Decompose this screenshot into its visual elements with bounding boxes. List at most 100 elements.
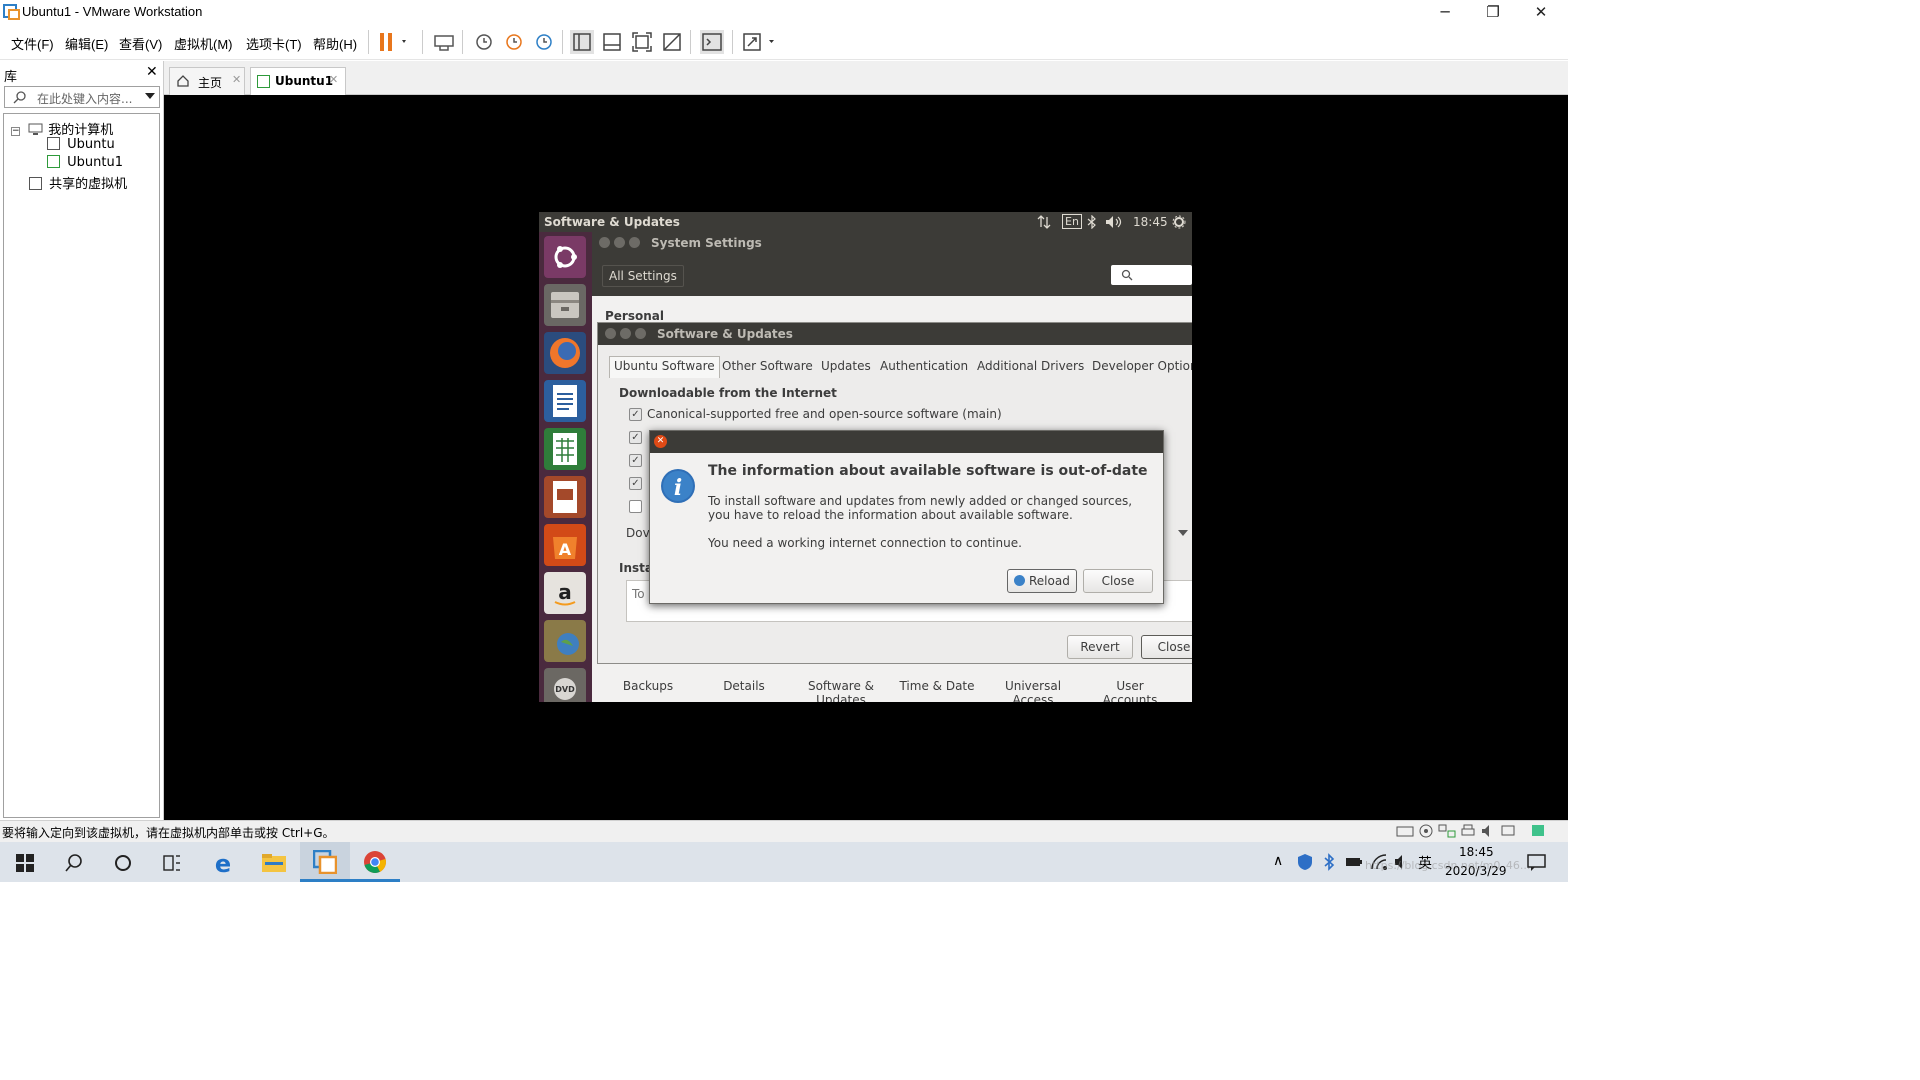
settings-item-backups[interactable]: Backups: [603, 679, 693, 693]
collapse-icon[interactable]: −: [11, 127, 20, 136]
revert-snapshot-icon[interactable]: [502, 30, 526, 54]
snapshot-manager-icon[interactable]: [532, 30, 556, 54]
tree-item-ubuntu[interactable]: Ubuntu: [47, 137, 115, 152]
tab-ubuntu1[interactable]: Ubuntu1 ✕: [250, 67, 346, 95]
menu-edit[interactable]: 编辑(E): [65, 34, 108, 53]
security-shield-icon[interactable]: [1297, 853, 1313, 871]
action-center-icon[interactable]: [1527, 854, 1547, 872]
tree-item-my-computer[interactable]: − 我的计算机: [11, 119, 113, 138]
display-icon[interactable]: [1500, 824, 1516, 838]
tab-close-icon[interactable]: ✕: [232, 73, 241, 86]
maximize-icon[interactable]: [629, 237, 640, 248]
settings-item-universal-access[interactable]: Universal Access: [988, 679, 1078, 702]
settings-item-time-date[interactable]: Time & Date: [892, 679, 982, 693]
full-screen-icon[interactable]: [630, 30, 654, 54]
all-settings-button[interactable]: All Settings: [602, 265, 684, 287]
library-close-button[interactable]: ✕: [146, 64, 158, 80]
tab-ubuntu-software[interactable]: Ubuntu Software: [609, 356, 720, 378]
show-hidden-icons-chevron-icon[interactable]: ∧: [1273, 853, 1283, 869]
close-icon[interactable]: [605, 328, 616, 339]
minimize-icon[interactable]: [620, 328, 631, 339]
restore-button[interactable]: ❐: [1470, 0, 1516, 24]
libreoffice-writer-icon[interactable]: [544, 380, 586, 422]
tab-additional-drivers[interactable]: Additional Drivers: [977, 359, 1084, 381]
close-icon[interactable]: [599, 237, 610, 248]
tab-close-icon[interactable]: ✕: [329, 73, 338, 86]
revert-button[interactable]: Revert: [1067, 635, 1133, 659]
stretch-guest-icon[interactable]: [742, 30, 774, 54]
firefox-icon[interactable]: [544, 332, 586, 374]
bluetooth-icon[interactable]: [1322, 853, 1336, 871]
tab-home[interactable]: 主页 ✕: [169, 67, 245, 95]
file-explorer-icon[interactable]: [261, 852, 287, 874]
tree-item-ubuntu1[interactable]: Ubuntu1: [47, 155, 123, 170]
message-log-icon[interactable]: [1530, 824, 1546, 838]
clock[interactable]: 18:45: [1133, 215, 1168, 229]
cortana-icon[interactable]: [113, 853, 133, 873]
minimize-button[interactable]: ─: [1422, 0, 1468, 24]
tab-other-software[interactable]: Other Software: [722, 359, 813, 381]
pause-icon[interactable]: [378, 30, 406, 54]
cd-dvd-icon[interactable]: [1418, 824, 1434, 838]
printer-icon[interactable]: [1460, 824, 1476, 838]
amazon-icon[interactable]: a: [544, 572, 586, 614]
settings-item-user-accounts[interactable]: User Accounts: [1085, 679, 1175, 702]
multiverse-checkbox[interactable]: ✓: [629, 477, 642, 490]
menu-vm[interactable]: 虚拟机(M): [174, 34, 233, 53]
menu-help[interactable]: 帮助(H): [313, 34, 357, 53]
console-view-icon[interactable]: [700, 30, 724, 54]
snapshot-icon[interactable]: [472, 30, 496, 54]
send-ctrl-alt-del-icon[interactable]: [432, 30, 456, 54]
hard-disk-icon[interactable]: [1396, 824, 1414, 838]
gear-icon[interactable]: [1172, 215, 1186, 229]
tab-updates[interactable]: Updates: [821, 359, 871, 381]
reload-button[interactable]: Reload: [1007, 569, 1077, 593]
tab-developer-options[interactable]: Developer Option: [1092, 359, 1192, 381]
tree-item-shared-vms[interactable]: 共享的虚拟机: [29, 173, 127, 192]
bluetooth-icon[interactable]: [1087, 215, 1097, 229]
settings-item-details[interactable]: Details: [699, 679, 789, 693]
dropdown-arrow-icon[interactable]: [145, 93, 155, 101]
libreoffice-calc-icon[interactable]: [544, 428, 586, 470]
vmware-taskbar-button[interactable]: [300, 842, 350, 882]
dialog-close-button[interactable]: Close: [1083, 569, 1153, 593]
settings-item-software-updates[interactable]: Software & Updates: [796, 679, 886, 702]
network-adapter-icon[interactable]: [1438, 824, 1456, 838]
menu-file[interactable]: 文件(F): [11, 34, 54, 53]
show-library-icon[interactable]: [570, 30, 594, 54]
task-view-icon[interactable]: [162, 853, 182, 873]
chrome-taskbar-button[interactable]: [350, 842, 400, 882]
volume-icon[interactable]: [1105, 215, 1123, 229]
tab-authentication[interactable]: Authentication: [880, 359, 968, 381]
source-code-checkbox[interactable]: [629, 500, 642, 513]
universe-checkbox[interactable]: ✓: [629, 431, 642, 444]
library-search-input[interactable]: 在此处键入内容...: [4, 86, 160, 108]
unity-mode-icon[interactable]: [660, 30, 684, 54]
close-window-button[interactable]: ✕: [1518, 0, 1564, 24]
battery-icon[interactable]: [1345, 855, 1363, 869]
keyboard-layout-indicator[interactable]: En: [1062, 214, 1082, 229]
sound-card-icon[interactable]: [1480, 824, 1496, 838]
files-icon[interactable]: [544, 284, 586, 326]
chevron-down-icon[interactable]: [1178, 530, 1188, 536]
dash-home-icon[interactable]: [544, 236, 586, 278]
thumbnail-bar-icon[interactable]: [600, 30, 624, 54]
taskbar-time[interactable]: 18:45: [1459, 845, 1494, 859]
main-checkbox[interactable]: ✓: [629, 408, 642, 421]
libreoffice-impress-icon[interactable]: [544, 476, 586, 518]
minimize-icon[interactable]: [614, 237, 625, 248]
dvd-icon[interactable]: DVD: [544, 668, 586, 702]
edge-icon[interactable]: e: [210, 850, 236, 876]
close-software-updates-button[interactable]: Close: [1141, 635, 1192, 659]
maximize-icon[interactable]: [635, 328, 646, 339]
restricted-checkbox[interactable]: ✓: [629, 454, 642, 467]
windows-start-icon[interactable]: [16, 854, 34, 872]
ubuntu-software-icon[interactable]: A: [544, 524, 586, 566]
settings-search-input[interactable]: [1111, 265, 1192, 285]
dialog-close-icon[interactable]: ✕: [654, 435, 667, 448]
system-settings-icon[interactable]: [544, 620, 586, 662]
menu-view[interactable]: 查看(V): [119, 34, 162, 53]
menu-tabs[interactable]: 选项卡(T): [246, 34, 302, 53]
network-icon[interactable]: [1037, 215, 1051, 229]
search-icon[interactable]: [64, 853, 84, 873]
